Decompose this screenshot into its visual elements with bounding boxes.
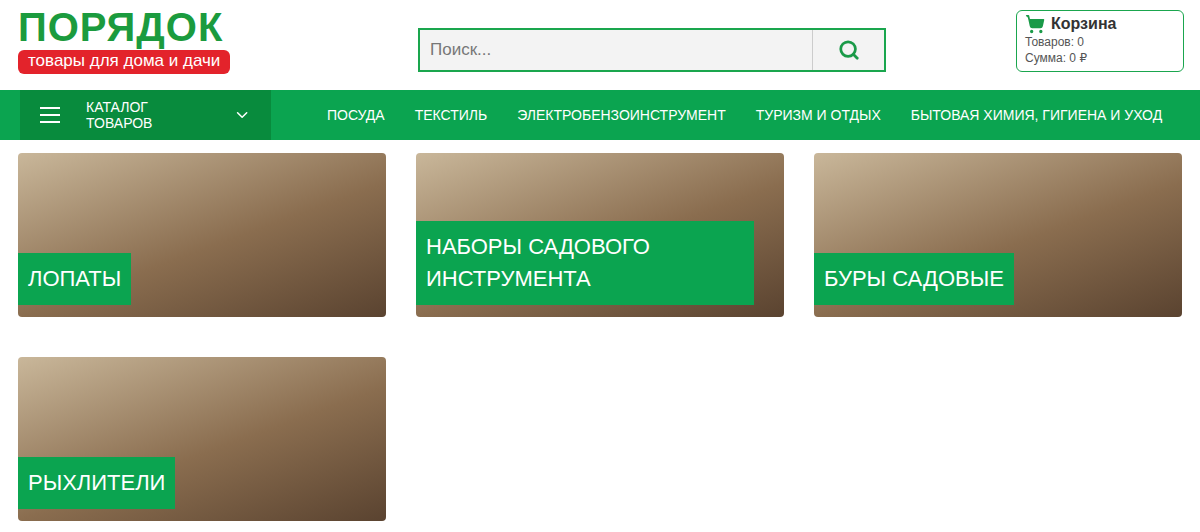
category-label: ЛОПАТЫ — [18, 253, 131, 305]
nav-link[interactable]: ТЕКСТИЛЬ — [415, 107, 488, 123]
search-icon — [838, 39, 860, 61]
category-card[interactable]: РЫХЛИТЕЛИ — [18, 357, 386, 521]
nav-bar: КАТАЛОГ ТОВАРОВ ПОСУДА ТЕКСТИЛЬ ЭЛЕКТРОБЕНЗ… — [0, 90, 1200, 140]
catalog-button[interactable]: КАТАЛОГ ТОВАРОВ — [20, 90, 271, 140]
nav-link[interactable]: БЫТОВАЯ ХИМИЯ, ГИГИЕНА И УХОД — [911, 107, 1162, 123]
cart-sum: Сумма: 0 ₽ — [1025, 50, 1175, 66]
category-grid: ЛОПАТЫ НАБОРЫ САДОВОГО ИНСТРУМЕНТА БУРЫ СА… — [0, 140, 1200, 532]
menu-icon — [40, 107, 60, 123]
category-label: НАБОРЫ САДОВОГО ИНСТРУМЕНТА — [416, 221, 754, 305]
category-card[interactable]: НАБОРЫ САДОВОГО ИНСТРУМЕНТА — [416, 153, 784, 317]
cart-title: Корзина — [1025, 14, 1175, 34]
search-input[interactable]: Поиск... — [420, 30, 812, 70]
logo[interactable]: ПОРЯДОКтовары для дома и дачи — [18, 6, 418, 74]
chevron-down-icon — [233, 105, 251, 125]
header: ПОРЯДОКтовары для дома и дачиПоиск...Кор… — [0, 0, 1200, 90]
nav-link[interactable]: ЭЛЕКТРОБЕНЗОИНСТРУМЕНТ — [517, 107, 726, 123]
nav-links: ПОСУДА ТЕКСТИЛЬ ЭЛЕКТРОБЕНЗОИНСТРУМЕНТ ТУРИ… — [271, 90, 1162, 140]
nav-link[interactable]: ТУРИЗМ И ОТДЫХ — [756, 107, 881, 123]
cart-items: Товаров: 0 — [1025, 34, 1175, 50]
logo-subtitle: товары для дома и дачи — [18, 50, 230, 74]
cart[interactable]: КорзинаТоваров: 0Сумма: 0 ₽ — [1016, 10, 1184, 72]
category-card[interactable]: ЛОПАТЫ — [18, 153, 386, 317]
search-box: Поиск... — [418, 28, 886, 72]
cart-icon — [1025, 14, 1045, 34]
category-label: БУРЫ САДОВЫЕ — [814, 253, 1014, 305]
logo-title: ПОРЯДОК — [18, 6, 223, 48]
search-button[interactable] — [812, 30, 884, 70]
category-label: РЫХЛИТЕЛИ — [18, 457, 175, 509]
category-card[interactable]: БУРЫ САДОВЫЕ — [814, 153, 1182, 317]
nav-link[interactable]: ПОСУДА — [327, 107, 385, 123]
